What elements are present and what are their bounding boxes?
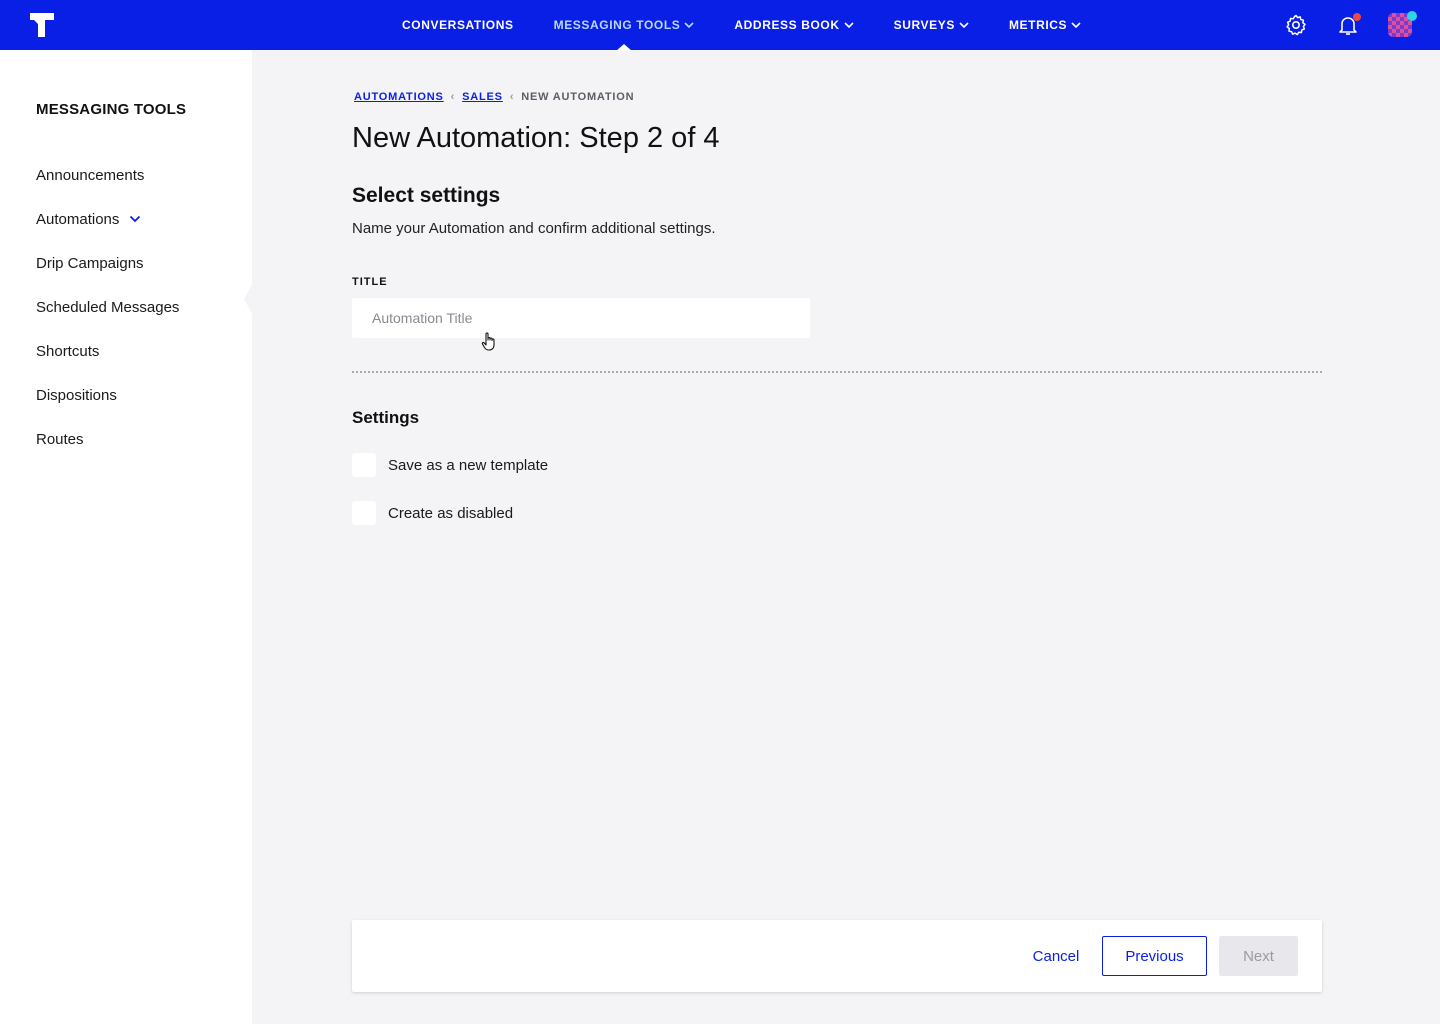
user-avatar-button[interactable] bbox=[1388, 11, 1417, 37]
sidebar-item-routes[interactable]: Routes bbox=[36, 417, 179, 461]
chevron-down-icon bbox=[844, 21, 854, 28]
top-icons bbox=[1284, 0, 1417, 50]
notification-bell-button[interactable] bbox=[1336, 13, 1361, 37]
sidebar-item-label: Scheduled Messages bbox=[36, 298, 180, 316]
next-button[interactable]: Next bbox=[1219, 936, 1298, 976]
avatar-status-dot bbox=[1407, 11, 1417, 21]
checkbox-label: Save as a new template bbox=[388, 456, 549, 474]
sidebar-item-shortcuts[interactable]: Shortcuts bbox=[36, 329, 179, 373]
sidebar-item-label: Routes bbox=[36, 430, 84, 448]
main-nav: CONVERSATIONS MESSAGING TOOLS ADDRESS BO… bbox=[390, 0, 1121, 51]
breadcrumb-separator-icon: ‹ bbox=[450, 91, 456, 103]
wizard-footer: Cancel Previous Next bbox=[352, 920, 1322, 992]
sidebar-item-automations[interactable]: Automations bbox=[36, 197, 179, 241]
nav-item-metrics[interactable]: METRICS bbox=[1009, 0, 1081, 50]
previous-button[interactable]: Previous bbox=[1102, 936, 1207, 976]
title-field-label: TITLE bbox=[352, 276, 388, 288]
sidebar-item-label: Drip Campaigns bbox=[36, 254, 144, 272]
active-indicator bbox=[615, 44, 632, 51]
breadcrumb-link-sales[interactable]: SALES bbox=[462, 91, 503, 103]
section-description: Name your Automation and confirm additio… bbox=[352, 220, 716, 237]
sidebar-list: Announcements Automations Drip Campaigns… bbox=[36, 153, 179, 461]
notification-dot bbox=[1353, 13, 1361, 21]
page-title: New Automation: Step 2 of 4 bbox=[352, 122, 720, 154]
top-nav-bar: CONVERSATIONS MESSAGING TOOLS ADDRESS BO… bbox=[0, 0, 1440, 51]
chevron-down-icon bbox=[959, 21, 969, 28]
settings-title: Settings bbox=[352, 408, 420, 427]
nav-item-address-book[interactable]: ADDRESS BOOK bbox=[734, 0, 854, 50]
nav-item-conversations[interactable]: CONVERSATIONS bbox=[402, 0, 514, 50]
chevron-down-icon bbox=[684, 21, 694, 28]
chevron-down-icon[interactable] bbox=[129, 215, 141, 223]
section-divider bbox=[352, 371, 1322, 373]
nav-item-label: MESSAGING TOOLS bbox=[553, 18, 681, 32]
sidebar-item-dispositions[interactable]: Dispositions bbox=[36, 373, 179, 417]
breadcrumb-link-automations[interactable]: AUTOMATIONS bbox=[354, 91, 444, 103]
settings-icon[interactable] bbox=[1284, 13, 1308, 37]
breadcrumb-current: NEW AUTOMATION bbox=[521, 91, 635, 103]
chevron-down-icon bbox=[1071, 21, 1081, 28]
nav-item-surveys[interactable]: SURVEYS bbox=[894, 0, 969, 50]
breadcrumb-separator-icon: ‹ bbox=[509, 91, 515, 103]
sidebar-active-notch bbox=[244, 283, 253, 315]
sidebar-item-drip-campaigns[interactable]: Drip Campaigns bbox=[36, 241, 179, 285]
sidebar-item-announcements[interactable]: Announcements bbox=[36, 153, 179, 197]
option-create-as-disabled[interactable]: Create as disabled bbox=[352, 501, 513, 525]
save-as-template-checkbox[interactable] bbox=[352, 453, 376, 477]
nav-item-label: METRICS bbox=[1008, 18, 1068, 32]
sidebar-item-label: Shortcuts bbox=[36, 342, 100, 360]
mouse-cursor-hand-icon bbox=[481, 332, 495, 351]
breadcrumb: AUTOMATIONS ‹ SALES ‹ NEW AUTOMATION bbox=[354, 91, 634, 103]
sidebar: MESSAGING TOOLS Announcements Automation… bbox=[0, 50, 253, 1024]
option-save-as-template[interactable]: Save as a new template bbox=[352, 453, 548, 477]
create-as-disabled-checkbox[interactable] bbox=[352, 501, 376, 525]
nav-item-messaging-tools[interactable]: MESSAGING TOOLS bbox=[553, 0, 695, 51]
cancel-button[interactable]: Cancel bbox=[1020, 936, 1092, 976]
nav-item-label: ADDRESS BOOK bbox=[734, 18, 840, 32]
nav-item-label: SURVEYS bbox=[893, 18, 955, 32]
sidebar-item-scheduled-messages[interactable]: Scheduled Messages bbox=[36, 285, 179, 329]
sidebar-item-label: Automations bbox=[36, 210, 120, 228]
section-title: Select settings bbox=[352, 184, 501, 207]
sidebar-item-label: Dispositions bbox=[36, 386, 117, 404]
automation-title-input[interactable] bbox=[352, 298, 810, 338]
checkbox-label: Create as disabled bbox=[388, 504, 514, 522]
sidebar-title: MESSAGING TOOLS bbox=[36, 101, 187, 118]
sidebar-item-label: Announcements bbox=[36, 166, 145, 184]
nav-item-label: CONVERSATIONS bbox=[402, 18, 514, 32]
app-logo-icon[interactable] bbox=[28, 12, 56, 38]
